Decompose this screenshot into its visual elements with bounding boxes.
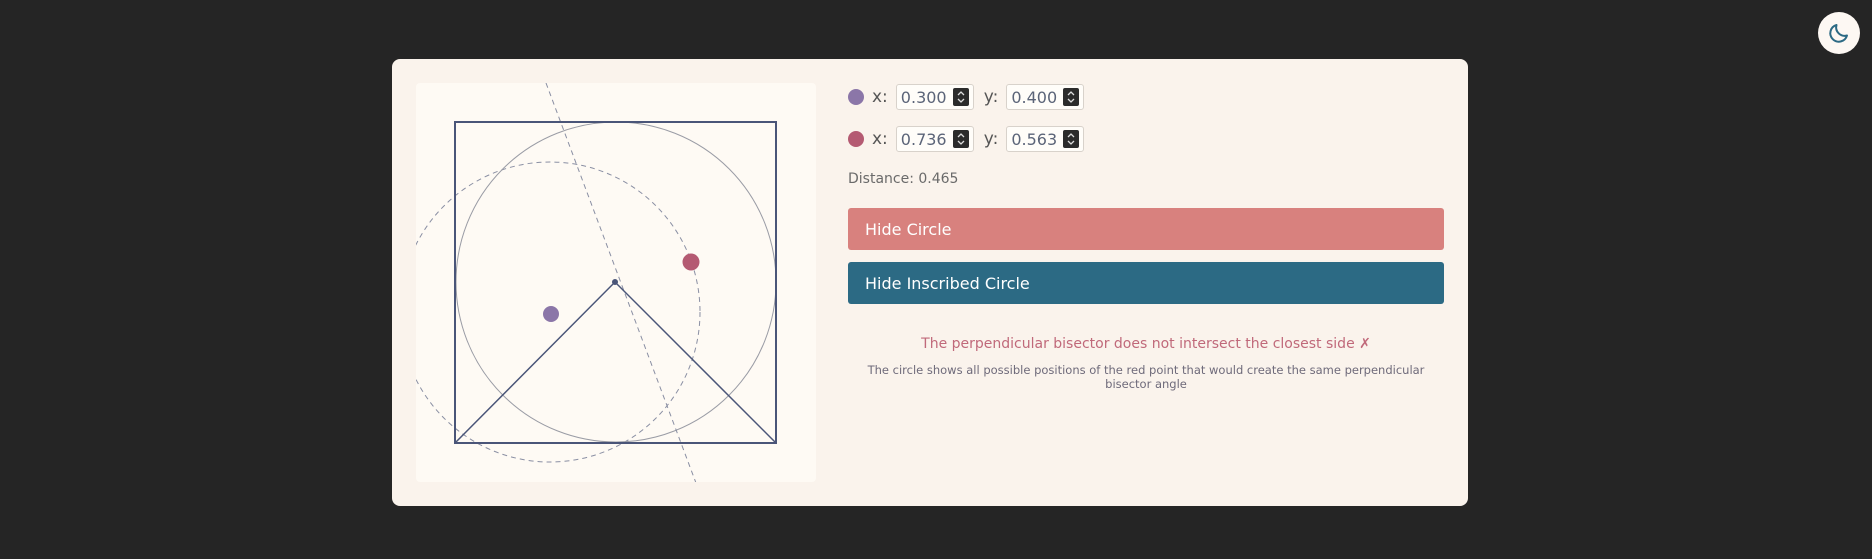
red-point-swatch <box>848 131 864 147</box>
purple-y-input[interactable]: 0.400 <box>1006 84 1085 110</box>
purple-x-value: 0.300 <box>900 87 947 107</box>
spinner-icon[interactable] <box>1063 88 1080 106</box>
perpendicular-bisector <box>545 83 697 482</box>
spinner-icon[interactable] <box>952 88 969 106</box>
main-card: x: 0.300 y: 0.400 x: 0.736 y: 0.563 Dist… <box>392 59 1468 506</box>
controls-panel: x: 0.300 y: 0.400 x: 0.736 y: 0.563 Dist… <box>848 83 1444 391</box>
spinner-icon[interactable] <box>1063 130 1080 148</box>
red-y-input[interactable]: 0.563 <box>1006 126 1085 152</box>
hide-inscribed-circle-button[interactable]: Hide Inscribed Circle <box>848 262 1444 304</box>
intersection-status: The perpendicular bisector does not inte… <box>921 336 1371 352</box>
app-root: x: 0.300 y: 0.400 x: 0.736 y: 0.563 Dist… <box>0 0 1872 559</box>
red-x-value: 0.736 <box>900 129 947 149</box>
purple-point-swatch <box>848 89 864 105</box>
hide-circle-button[interactable]: Hide Circle <box>848 208 1444 250</box>
apex-point <box>612 279 618 285</box>
red-y-value: 0.563 <box>1011 129 1058 149</box>
geometry-canvas[interactable] <box>416 83 816 482</box>
spinner-icon[interactable] <box>952 130 969 148</box>
point-row-purple: x: 0.300 y: 0.400 <box>848 83 1444 111</box>
purple-point[interactable] <box>543 306 559 322</box>
theme-toggle-button[interactable] <box>1818 12 1860 54</box>
geometry-svg[interactable] <box>416 83 816 482</box>
purple-x-input[interactable]: 0.300 <box>895 84 974 110</box>
triangle <box>454 280 777 444</box>
moon-icon <box>1829 24 1848 43</box>
x-label: x: <box>872 129 888 149</box>
red-x-input[interactable]: 0.736 <box>895 126 974 152</box>
circle-explanation: The circle shows all possible positions … <box>867 363 1425 391</box>
y-label: y: <box>983 87 999 107</box>
red-point[interactable] <box>682 253 700 271</box>
distance-readout: Distance: 0.465 <box>848 171 959 187</box>
point-row-red: x: 0.736 y: 0.563 <box>848 125 1444 153</box>
y-label: y: <box>983 129 999 149</box>
purple-y-value: 0.400 <box>1011 87 1058 107</box>
x-label: x: <box>872 87 888 107</box>
